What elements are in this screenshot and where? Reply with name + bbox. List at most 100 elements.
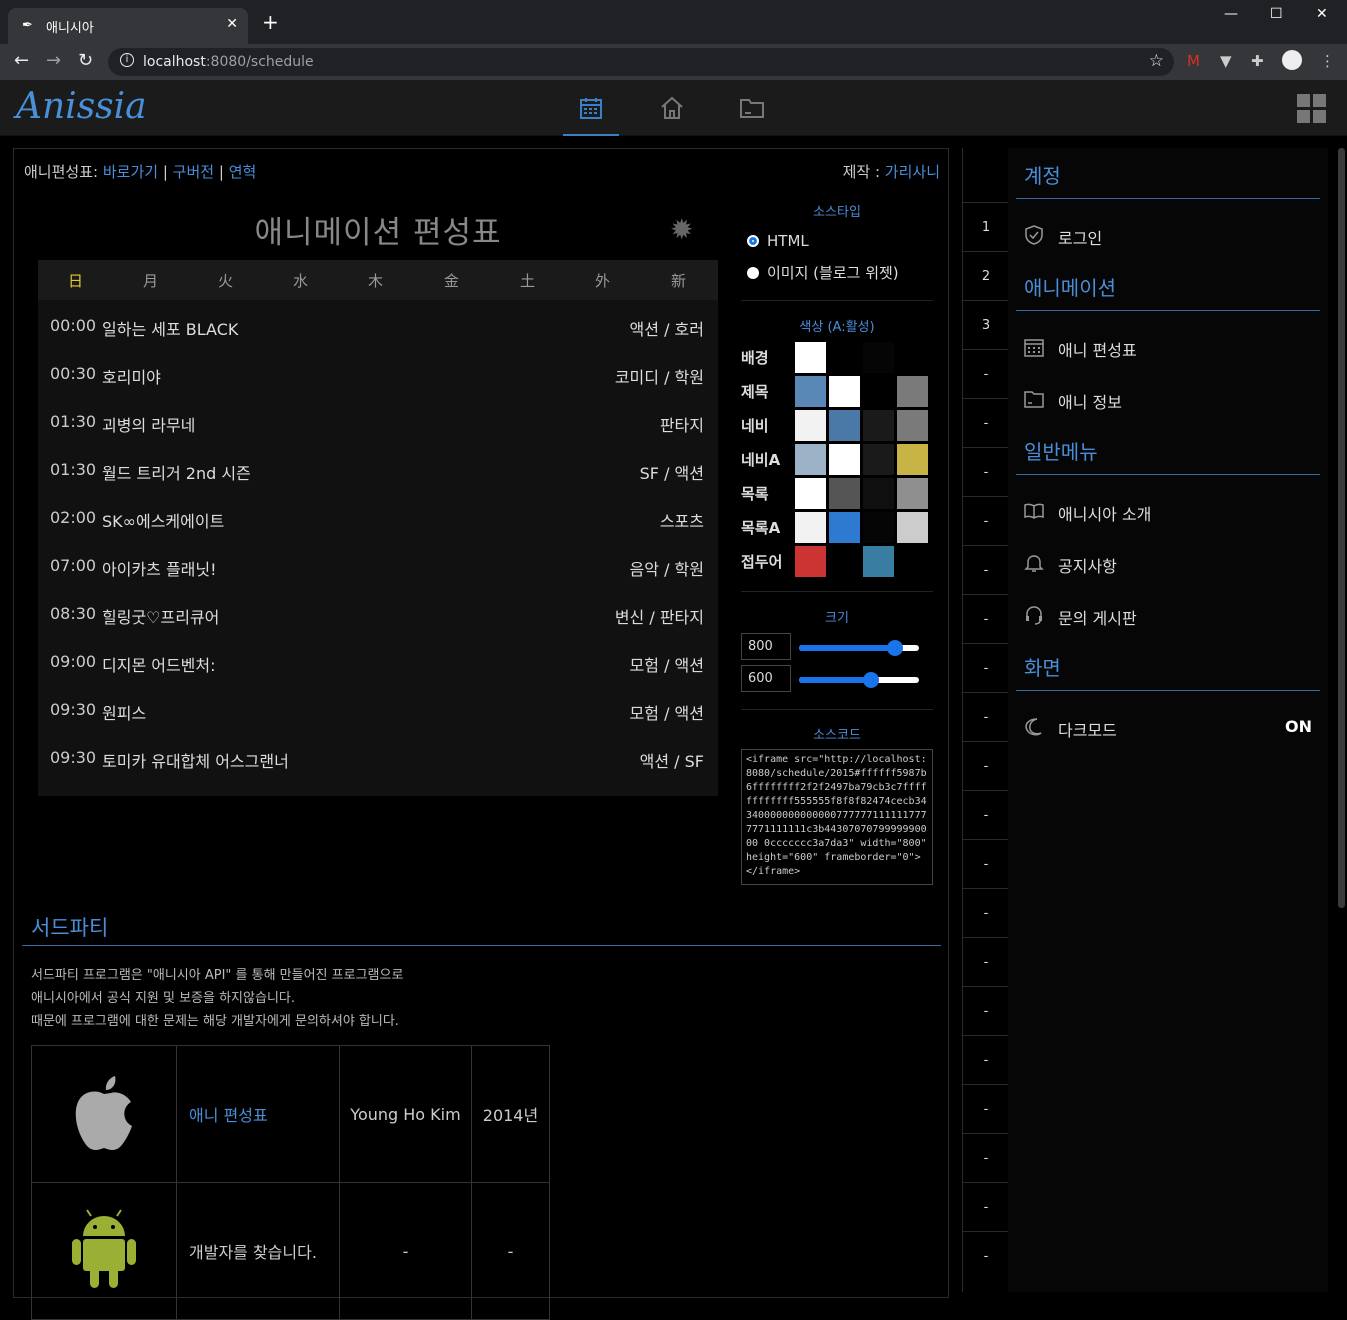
color-swatch[interactable]	[863, 478, 894, 509]
link-history[interactable]: 연혁	[229, 163, 257, 181]
color-swatch[interactable]	[897, 444, 928, 475]
schedule-row[interactable]: 00:00 일하는 세포 BLACK 액션 / 호러	[38, 302, 718, 350]
browser-tab[interactable]: ✒ 애니시아 ✕	[8, 8, 248, 44]
tab-day-sat[interactable]: 土	[490, 270, 565, 291]
color-swatch[interactable]	[795, 512, 826, 543]
tab-day-fri[interactable]: 金	[414, 270, 489, 291]
sidebar-item-dark-mode[interactable]: 다크모드	[1024, 717, 1312, 757]
gmail-extension-icon[interactable]: M	[1187, 52, 1200, 70]
sidebar-item-label: 애니시아 소개	[1058, 505, 1152, 524]
radio-image[interactable]: 이미지 (블로그 위젯)	[747, 262, 899, 283]
maker-link[interactable]: 가리사니	[885, 163, 940, 181]
schedule-row[interactable]: 08:30 힐링굿♡프리큐어 변신 / 판타지	[38, 590, 718, 638]
tab-day-mon[interactable]: 月	[113, 270, 188, 291]
slider-knob[interactable]	[887, 640, 903, 656]
browser-toolbar: ← → ↻ i localhost:8080/schedule ☆ M ▼ ✚ …	[0, 44, 1347, 80]
height-slider[interactable]	[799, 672, 919, 688]
maximize-button[interactable]: ☐	[1270, 6, 1283, 22]
width-slider[interactable]	[799, 640, 919, 656]
genre: 액션 / 호러	[629, 320, 704, 339]
rank-cell: -	[963, 496, 1009, 545]
schedule-row[interactable]: 00:30 호리미야 코미디 / 학원	[38, 350, 718, 398]
color-swatch[interactable]	[829, 512, 860, 543]
radio-unchecked[interactable]	[747, 267, 759, 279]
tab-day-thu[interactable]: 木	[338, 270, 413, 291]
schedule-row[interactable]: 09:00 디지몬 어드벤처: 모험 / 액션	[38, 638, 718, 686]
sidebar-item-label: 애니 편성표	[1058, 341, 1137, 360]
tab-day-tue[interactable]: 火	[188, 270, 263, 291]
color-swatch[interactable]	[863, 342, 894, 373]
source-code-textarea[interactable]: <iframe src="http://localhost:8080/sched…	[741, 749, 933, 885]
radio-checked[interactable]	[747, 235, 759, 247]
tab-day-new[interactable]: 新	[641, 270, 716, 291]
profile-avatar[interactable]	[1282, 50, 1302, 70]
back-icon[interactable]: ←	[14, 50, 29, 71]
color-swatch[interactable]	[829, 444, 860, 475]
tab-day-extra[interactable]: 外	[565, 270, 640, 291]
color-swatch[interactable]	[829, 376, 860, 407]
folder-icon	[1024, 391, 1044, 408]
color-swatch[interactable]	[795, 410, 826, 441]
color-swatch[interactable]	[863, 410, 894, 441]
grid-menu-icon[interactable]	[1297, 94, 1327, 124]
rank-cell: -	[963, 1182, 1009, 1231]
color-swatch[interactable]	[897, 512, 928, 543]
genre: 스포츠	[659, 512, 704, 531]
moon-icon	[1025, 718, 1042, 736]
nav-home[interactable]	[643, 80, 699, 136]
schedule-row[interactable]: 09:30 원피스 모험 / 액션	[38, 686, 718, 734]
menu-kebab-icon[interactable]: ⋮	[1320, 52, 1335, 70]
address-bar[interactable]: i localhost:8080/schedule ☆	[108, 48, 1174, 76]
link-old-version[interactable]: 구버전	[173, 163, 214, 181]
color-swatch[interactable]	[897, 478, 928, 509]
width-input[interactable]: 800	[741, 633, 791, 660]
schedule-row[interactable]: 02:00 SK∞에스케에이트 스포츠	[38, 494, 718, 542]
nav-folder[interactable]	[723, 80, 779, 136]
bookmark-star-icon[interactable]: ☆	[1149, 51, 1164, 71]
color-swatch[interactable]	[829, 342, 860, 373]
schedule-row[interactable]: 01:30 월드 트리거 2nd 시즌 SF / 액션	[38, 446, 718, 494]
link-shortcut[interactable]: 바로가기	[103, 163, 158, 181]
color-swatch[interactable]	[795, 342, 826, 373]
radio-html[interactable]: HTML	[747, 232, 809, 250]
color-swatch[interactable]	[795, 478, 826, 509]
extensions-puzzle-icon[interactable]: ✚	[1251, 52, 1264, 70]
section-account: 계정	[1016, 160, 1320, 199]
color-row-label: 제목	[741, 383, 769, 401]
tab-day-sun[interactable]: 日	[38, 270, 113, 291]
color-swatch[interactable]	[863, 546, 894, 577]
gear-icon[interactable]: ✹	[670, 213, 693, 246]
color-swatch[interactable]	[863, 376, 894, 407]
forward-icon[interactable]: →	[46, 50, 61, 71]
color-swatch[interactable]	[795, 444, 826, 475]
info-icon[interactable]: i	[120, 53, 134, 67]
color-swatch[interactable]	[897, 410, 928, 441]
vue-extension-icon[interactable]: ▼	[1220, 52, 1232, 70]
calendar-icon	[1024, 339, 1044, 357]
nav-schedule[interactable]	[563, 80, 619, 136]
window-close-button[interactable]: ✕	[1316, 6, 1328, 22]
color-swatch[interactable]	[897, 376, 928, 407]
anissia-logo[interactable]: Anissia	[16, 86, 147, 127]
color-swatch[interactable]	[829, 546, 860, 577]
dark-mode-toggle[interactable]: ON	[1285, 717, 1312, 736]
color-swatch[interactable]	[863, 444, 894, 475]
color-swatch[interactable]	[829, 478, 860, 509]
app-name-link[interactable]: 애니 편성표	[176, 1045, 340, 1183]
color-swatch[interactable]	[863, 512, 894, 543]
tab-close-icon[interactable]: ✕	[226, 16, 238, 32]
color-swatch[interactable]	[795, 546, 826, 577]
scrollbar[interactable]	[1338, 148, 1345, 908]
schedule-row[interactable]: 07:00 아이카츠 플래닛! 음악 / 학원	[38, 542, 718, 590]
slider-knob[interactable]	[863, 672, 879, 688]
height-input[interactable]: 600	[741, 665, 791, 692]
tab-day-wed[interactable]: 水	[263, 270, 338, 291]
minimize-button[interactable]: —	[1224, 6, 1238, 22]
color-swatch[interactable]	[795, 376, 826, 407]
schedule-row[interactable]: 01:30 괴병의 라무네 판타지	[38, 398, 718, 446]
reload-icon[interactable]: ↻	[78, 50, 93, 71]
new-tab-icon[interactable]: +	[262, 12, 279, 32]
color-row-label: 배경	[741, 349, 769, 367]
schedule-row[interactable]: 09:30 토미카 유대합체 어스그랜너 액션 / SF	[38, 734, 718, 782]
color-swatch[interactable]	[829, 410, 860, 441]
